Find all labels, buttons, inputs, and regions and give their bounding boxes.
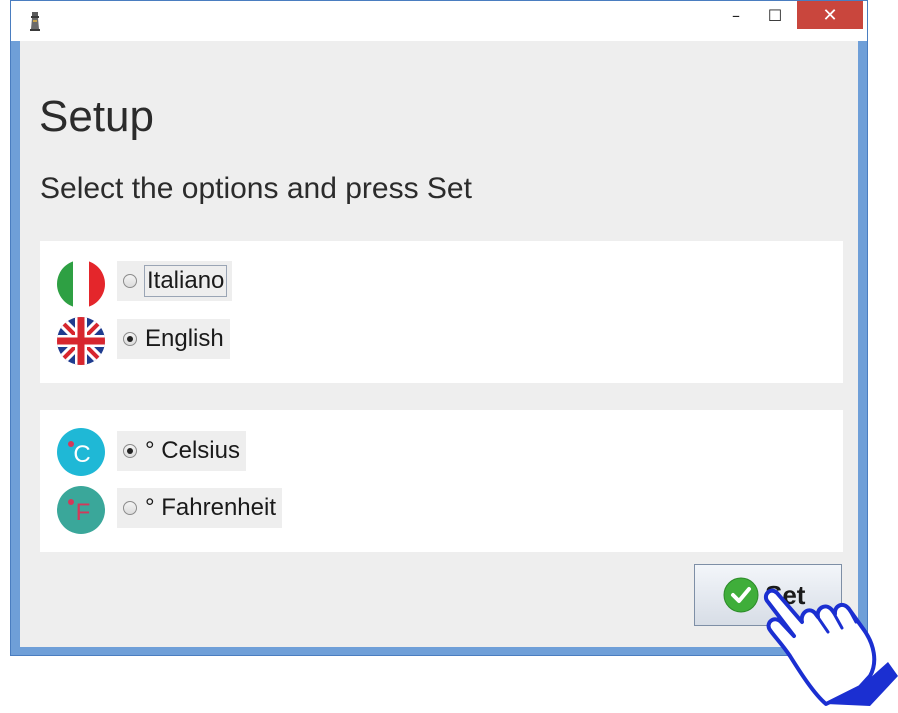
- uk-flag-icon: [57, 317, 105, 365]
- temperature-panel: C ° Celsius F ° Fahrenheit: [40, 410, 843, 552]
- minimize-icon: –: [732, 5, 740, 25]
- radio-italiano[interactable]: Italiano: [117, 261, 233, 301]
- celsius-icon-letter: C: [73, 441, 90, 468]
- minimize-button[interactable]: –: [719, 1, 753, 29]
- lighthouse-app-icon: [30, 12, 40, 31]
- radio-english[interactable]: English: [117, 319, 230, 359]
- page-subtitle: Select the options and press Set: [40, 172, 472, 205]
- fahrenheit-icon: F: [57, 486, 105, 534]
- close-icon: ✕: [822, 4, 838, 26]
- radio-button-fahrenheit[interactable]: [123, 501, 137, 515]
- client-area: Setup Select the options and press Set I…: [20, 41, 858, 647]
- radio-button-english[interactable]: [123, 332, 137, 346]
- pointing-hand-icon: [763, 588, 898, 706]
- close-button[interactable]: ✕: [797, 1, 863, 29]
- italy-flag-icon: [57, 260, 105, 308]
- radio-label-fahrenheit[interactable]: ° Fahrenheit: [145, 494, 276, 522]
- language-panel: Italiano English: [40, 241, 843, 383]
- page-title: Setup: [39, 92, 154, 141]
- maximize-icon: ☐: [767, 5, 783, 25]
- celsius-icon: C: [57, 428, 105, 476]
- radio-fahrenheit[interactable]: ° Fahrenheit: [117, 488, 283, 528]
- setup-window: – ☐ ✕ Setup Select the options and press…: [10, 0, 868, 656]
- fahrenheit-icon-letter: F: [76, 499, 91, 526]
- radio-label-celsius[interactable]: ° Celsius: [145, 437, 240, 465]
- radio-label-italiano[interactable]: Italiano: [143, 265, 228, 297]
- maximize-button[interactable]: ☐: [755, 1, 795, 29]
- title-bar[interactable]: – ☐ ✕: [11, 1, 867, 41]
- radio-celsius[interactable]: ° Celsius: [117, 431, 246, 471]
- radio-button-celsius[interactable]: [123, 444, 137, 458]
- radio-button-italiano[interactable]: [123, 274, 137, 288]
- radio-label-english[interactable]: English: [145, 325, 224, 353]
